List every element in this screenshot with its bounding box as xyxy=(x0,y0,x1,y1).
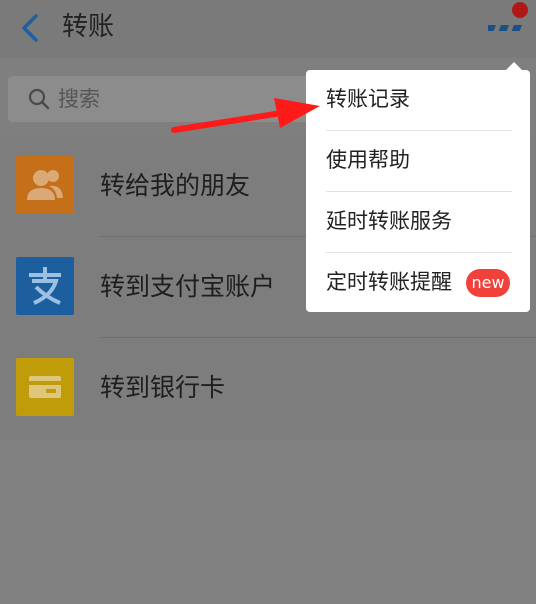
friends-icon xyxy=(16,156,74,214)
empty-area xyxy=(0,440,536,604)
transfer-screen: 转账 搜索 转给我的朋友 转到支付宝账户 转到银行卡 转账记录 使用帮助 延时转… xyxy=(0,0,536,604)
search-placeholder: 搜索 xyxy=(58,87,100,111)
menu-item-delayed-transfer[interactable]: 延时转账服务 xyxy=(306,192,530,252)
new-badge: new xyxy=(466,269,510,297)
menu-item-label: 延时转账服务 xyxy=(326,209,452,233)
search-icon xyxy=(28,88,50,110)
annotation-arrow-icon xyxy=(171,98,320,133)
menu-item-label: 定时转账提醒 xyxy=(326,270,452,294)
header-bar: 转账 xyxy=(0,0,536,58)
menu-pointer xyxy=(506,62,522,70)
bank-card-icon xyxy=(16,358,74,416)
back-arrow-icon[interactable] xyxy=(18,13,42,43)
menu-item-scheduled-reminder[interactable]: 定时转账提醒 new xyxy=(306,253,530,313)
alipay-icon xyxy=(16,257,74,315)
list-item-label: 转到支付宝账户 xyxy=(100,272,276,301)
menu-item-help[interactable]: 使用帮助 xyxy=(306,131,530,191)
list-item-bank-card[interactable]: 转到银行卡 xyxy=(0,338,536,438)
list-item-label: 转到银行卡 xyxy=(100,373,226,402)
menu-item-label: 转账记录 xyxy=(326,87,410,111)
page-title: 转账 xyxy=(62,12,115,42)
list-item-label: 转给我的朋友 xyxy=(100,171,251,200)
more-menu-icon[interactable] xyxy=(488,22,524,34)
popup-menu: 转账记录 使用帮助 延时转账服务 定时转账提醒 new xyxy=(306,70,530,312)
menu-item-transfer-records[interactable]: 转账记录 xyxy=(306,70,530,130)
notification-dot xyxy=(512,2,528,18)
menu-item-label: 使用帮助 xyxy=(326,148,410,172)
